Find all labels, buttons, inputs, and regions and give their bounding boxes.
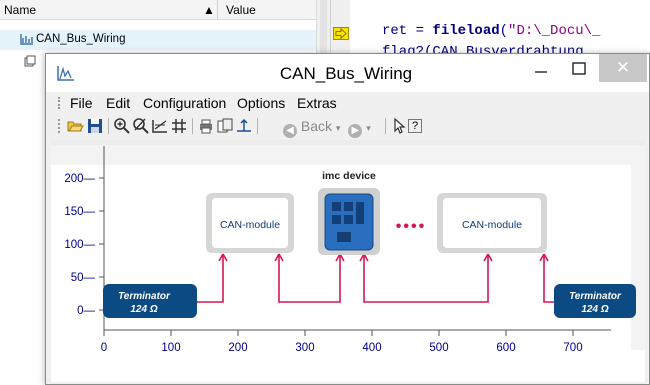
back-label: Back bbox=[300, 118, 333, 134]
y-axis: 200— 150— 100— 50— 0— bbox=[64, 173, 104, 317]
grid-icon[interactable] bbox=[170, 117, 188, 135]
code-function: fileload bbox=[432, 23, 500, 39]
cursor-measure-icon[interactable] bbox=[235, 117, 253, 135]
close-icon: ✕ bbox=[615, 58, 631, 77]
curve-window-icon bbox=[57, 66, 74, 81]
code-line-1[interactable]: ret = fileload("D:\_Docu\_ bbox=[382, 23, 600, 39]
maximize-button[interactable] bbox=[562, 56, 596, 84]
y-tick-label: 100— bbox=[64, 239, 95, 251]
back-button[interactable]: ◀ Back ▾ ▶ ▾ bbox=[283, 117, 371, 138]
print-icon[interactable] bbox=[197, 117, 215, 135]
bus-wiring bbox=[195, 253, 556, 303]
window-titlebar[interactable]: CAN_Bus_Wiring ✕ bbox=[46, 54, 649, 92]
y-tick-label: 150— bbox=[64, 206, 95, 218]
minimize-button[interactable] bbox=[524, 56, 558, 84]
menu-file[interactable]: File bbox=[70, 95, 93, 111]
wire-terminator-left bbox=[195, 254, 224, 303]
wiring-diagram-canvas: 200— 150— 100— 50— 0— 0 100 200 300 400 500 600 700 bbox=[51, 140, 645, 354]
tree-item-label: CAN_Bus_Wiring bbox=[36, 33, 126, 45]
x-tick-label: 100 bbox=[161, 342, 180, 354]
sort-ascending-icon[interactable]: ▲ bbox=[203, 0, 215, 20]
save-icon[interactable] bbox=[86, 117, 104, 135]
tree-header: Name ▲ Value bbox=[0, 0, 316, 20]
curve-window: CAN_Bus_Wiring ✕ File Edit Configuration… bbox=[45, 53, 650, 385]
x-tick-label: 200 bbox=[228, 342, 247, 354]
zoom-reset-icon[interactable] bbox=[132, 117, 150, 135]
column-divider[interactable] bbox=[217, 0, 218, 20]
y-tick-label: 50— bbox=[71, 272, 96, 284]
x-tick-label: 0 bbox=[101, 342, 107, 354]
window-title: CAN_Bus_Wiring bbox=[279, 64, 413, 83]
pointer-icon[interactable] bbox=[390, 117, 408, 135]
current-line-arrow-icon bbox=[333, 27, 349, 40]
x-tick-label: 600 bbox=[496, 342, 515, 354]
can-module-left[interactable]: CAN-module bbox=[206, 193, 294, 253]
x-tick-label: 400 bbox=[362, 342, 381, 354]
x-tick-label: 500 bbox=[429, 342, 448, 354]
column-value-header[interactable]: Value bbox=[226, 0, 256, 20]
terminator-right-title: Terminator bbox=[569, 291, 622, 302]
imc-device-label: imc device bbox=[322, 170, 376, 182]
menu-extras[interactable]: Extras bbox=[297, 95, 337, 111]
zoom-in-icon[interactable] bbox=[113, 117, 131, 135]
menubar-grip[interactable] bbox=[58, 97, 60, 109]
back-dropdown-icon[interactable]: ▾ bbox=[336, 123, 341, 133]
close-button[interactable]: ✕ bbox=[599, 54, 647, 82]
column-name-header[interactable]: Name bbox=[4, 0, 36, 20]
wire-device-to-module bbox=[363, 254, 489, 303]
menu-configuration[interactable]: Configuration bbox=[143, 95, 226, 111]
can-module-right[interactable]: CAN-module bbox=[437, 193, 547, 253]
forward-arrow-icon[interactable]: ▶ bbox=[348, 124, 363, 138]
x-tick-label: 300 bbox=[295, 342, 314, 354]
toolbar: ◀ Back ▾ ▶ ▾ ? bbox=[46, 114, 649, 138]
terminator-right-value: 124 Ω bbox=[581, 304, 608, 315]
chart-object-icon bbox=[20, 34, 33, 45]
forward-dropdown-icon[interactable]: ▾ bbox=[366, 123, 371, 133]
help-icon[interactable]: ? bbox=[408, 119, 422, 133]
terminator-left-value: 124 Ω bbox=[130, 304, 157, 315]
y-tick-label: 200— bbox=[64, 173, 95, 185]
toolbar-grip[interactable] bbox=[58, 119, 60, 133]
dialog-object-icon bbox=[24, 55, 36, 67]
x-tick-label: 700 bbox=[563, 342, 582, 354]
x-axis: 0 100 200 300 400 500 600 700 bbox=[101, 330, 583, 354]
code-paren: ( bbox=[499, 23, 509, 39]
copy-icon[interactable] bbox=[216, 117, 234, 135]
plot-area[interactable]: 200— 150— 100— 50— 0— 0 100 200 300 400 500 600 700 bbox=[51, 140, 645, 382]
code-text: ret = bbox=[382, 23, 433, 39]
terminator-left-title: Terminator bbox=[118, 291, 171, 302]
back-arrow-icon: ◀ bbox=[283, 124, 297, 138]
y-tick-label: 0— bbox=[77, 305, 95, 317]
menu-edit[interactable]: Edit bbox=[106, 95, 130, 111]
menu-options[interactable]: Options bbox=[237, 95, 285, 111]
imc-device[interactable] bbox=[318, 188, 380, 255]
terminator-right[interactable]: Terminator 124 Ω bbox=[554, 284, 636, 318]
can-module-left-label: CAN-module bbox=[220, 219, 280, 231]
menu-bar: File Edit Configuration Options Extras bbox=[46, 92, 649, 114]
open-folder-icon[interactable] bbox=[66, 117, 84, 135]
can-module-right-label: CAN-module bbox=[462, 219, 522, 231]
wire-module-to-device bbox=[278, 254, 341, 303]
code-string: "D:\_Docu\_ bbox=[508, 23, 601, 39]
axis-edit-icon[interactable] bbox=[151, 117, 169, 135]
terminator-left[interactable]: Terminator 124 Ω bbox=[103, 284, 197, 318]
continuation-dots: •••• bbox=[396, 218, 426, 235]
tree-item-can-bus-wiring[interactable]: CAN_Bus_Wiring bbox=[0, 30, 316, 50]
